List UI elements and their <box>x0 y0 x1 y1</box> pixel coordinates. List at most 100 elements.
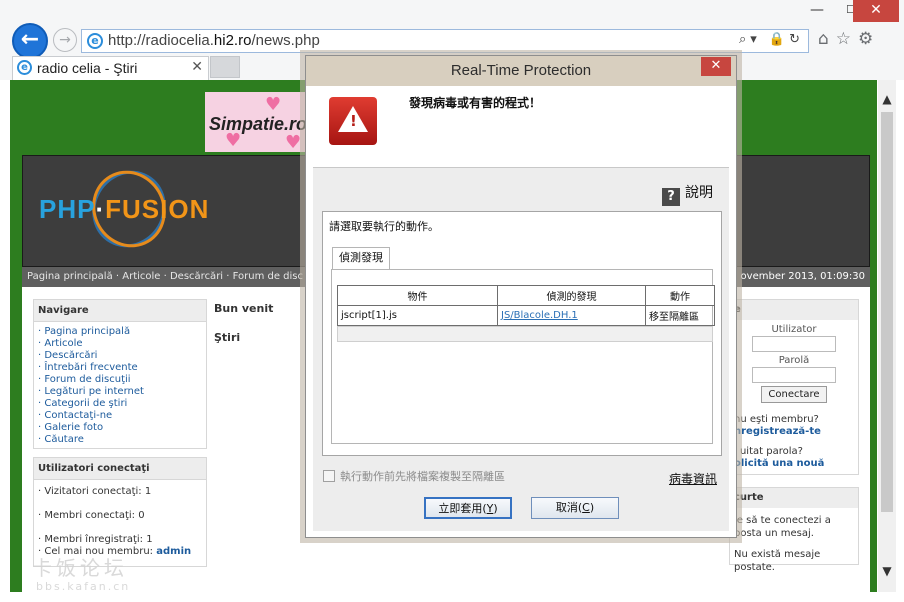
nav-link[interactable]: · Descărcări <box>34 350 206 362</box>
navigation-title: Navigare <box>34 300 206 322</box>
navigation-panel: Navigare · Pagina principală · Articole … <box>33 299 207 449</box>
shoutbox-empty: Nu există mesaje postate. <box>734 549 821 573</box>
dialog-title[interactable]: Real-Time Protection <box>306 56 736 86</box>
action-panel: 請選取要執行的動作。 偵測發現 物件 偵測的發現 動作 jscript[1].j… <box>322 211 722 456</box>
virus-info-link[interactable]: 病毒資訊 <box>669 470 717 487</box>
apply-label: 立即套用( <box>438 502 487 515</box>
dialog-close-button[interactable]: ✕ <box>701 57 731 76</box>
nav-link[interactable]: · Pagina principală <box>34 326 206 338</box>
copy-to-quarantine-option[interactable]: 執行動作前先將檔案複製至隔離區 <box>323 468 505 484</box>
username-label: Utilizator <box>771 324 817 335</box>
nav-link[interactable]: · Galerie foto <box>34 422 206 434</box>
url-suffix: /news.php <box>251 32 320 49</box>
browser-tab[interactable]: e radio celia - Ştiri ✕ <box>12 56 209 80</box>
tab-favicon-icon: e <box>17 60 32 75</box>
shoutbox-login-hint: ie să te conectezi a posta un mesaj. <box>734 515 831 539</box>
banner-ad[interactable]: ♥ ♥ ♥ Simpatie.ro <box>205 92 315 153</box>
tab-close-icon[interactable]: ✕ <box>191 59 203 75</box>
nav-link[interactable]: · Întrebări frecvente <box>34 362 206 374</box>
warning-icon: ! <box>329 97 377 145</box>
back-button[interactable]: ← <box>12 23 48 59</box>
warning-message: 發現病毒或有害的程式！ <box>409 96 542 110</box>
copy-to-quarantine-checkbox[interactable] <box>323 470 335 482</box>
table-row[interactable]: jscript[1].js JS/Blacole.DH.1 移至隔離區 <box>337 305 715 326</box>
heart-icon: ♥ <box>285 132 302 153</box>
url-text[interactable]: http://radiocelia.hi2.ro/news.php <box>108 32 320 49</box>
nav-link[interactable]: · Forum de discuţii <box>34 374 206 386</box>
address-bar[interactable]: e http://radiocelia.hi2.ro/news.php ⌕▾ 🔒… <box>81 29 809 53</box>
navbar-links[interactable]: Pagina principală · Articole · Descărcăr… <box>27 271 303 282</box>
navigation-list: · Pagina principală · Articole · Descărc… <box>34 322 206 446</box>
ie-page-icon: e <box>87 33 103 49</box>
page-scrollbar[interactable]: ▲ ▼ <box>878 80 896 592</box>
cell-action[interactable]: 移至隔離區 <box>645 305 715 326</box>
register-link[interactable]: nregistrează-te <box>730 426 858 437</box>
cell-detection: JS/Blacole.DH.1 <box>497 305 646 326</box>
new-tab-button[interactable] <box>210 56 240 78</box>
detections-table: 物件 偵測的發現 動作 jscript[1].js JS/Blacole.DH.… <box>337 285 715 326</box>
minimize-button[interactable]: — <box>800 0 834 22</box>
cancel-label: 取消( <box>555 501 583 514</box>
toolbar-icons[interactable]: ⌂☆⚙ <box>818 29 880 49</box>
apply-paren: ) <box>493 502 498 515</box>
php-fusion-logo: PHP·FUSION <box>39 194 209 225</box>
scroll-down-icon[interactable]: ▼ <box>880 564 894 578</box>
navbar-date: ovember 2013, 01:09:30 <box>740 271 865 282</box>
forward-button[interactable]: → <box>53 28 77 52</box>
nav-link[interactable]: · Contactaţi-ne <box>34 410 206 422</box>
shoutbox-title: curte <box>730 488 858 508</box>
newest-member-link[interactable]: admin <box>156 546 191 557</box>
online-guests: · Vizitatori conectaţi: 1 <box>38 486 152 497</box>
help-icon: ? <box>662 188 680 206</box>
realtime-protection-dialog: Real-Time Protection ✕ ! 發現病毒或有害的程式！ ? 說明… <box>305 55 737 538</box>
welcome-heading: Bun venit <box>214 302 274 315</box>
column-header-detection[interactable]: 偵測的發現 <box>497 285 646 306</box>
login-button-wrap: Conectare <box>730 386 858 403</box>
shoutbox-panel: curte ie să te conectezi a posta un mesa… <box>729 487 859 573</box>
dialog-body: ? 說明 請選取要執行的動作。 偵測發現 物件 偵測的發現 動作 jscript[… <box>313 168 729 531</box>
url-host: hi2.ro <box>213 32 252 49</box>
heart-icon: ♥ <box>265 94 282 115</box>
news-heading: Ştiri <box>214 331 241 344</box>
detection-link[interactable]: JS/Blacole.DH.1 <box>501 310 578 321</box>
nav-link[interactable]: · Categorii de ştiri <box>34 398 206 410</box>
nav-link[interactable]: · Articole <box>34 338 206 350</box>
online-users-title: Utilizatori conectaţi <box>34 458 206 480</box>
login-button[interactable]: Conectare <box>761 386 827 403</box>
tab-title: radio celia - Ştiri <box>37 60 138 76</box>
not-member-text: nu eşti membru? <box>734 414 819 425</box>
scroll-thumb[interactable] <box>881 112 893 512</box>
scroll-up-icon[interactable]: ▲ <box>880 92 894 106</box>
registered-members: · Membri înregistraţi: 1 <box>38 534 153 545</box>
request-password-link[interactable]: olicită una nouă <box>730 458 858 469</box>
cell-object: jscript[1].js <box>337 305 498 326</box>
online-users-panel: Utilizatori conectaţi · Vizitatori conec… <box>33 457 207 567</box>
cancel-paren: ) <box>589 501 595 514</box>
login-panel: e Utilizator Parolă Conectare nu eşti me… <box>729 299 859 475</box>
forum-watermark-url: bbs.kafan.cn <box>36 580 131 593</box>
tab-detections[interactable]: 偵測發現 <box>332 247 390 269</box>
logo-php: PHP <box>39 194 96 224</box>
url-prefix: http://radiocelia. <box>108 32 214 49</box>
table-header-row: 物件 偵測的發現 動作 <box>337 285 715 306</box>
help-label: 說明 <box>685 185 713 201</box>
cancel-accelerator: C <box>582 501 590 514</box>
apply-now-button[interactable]: 立即套用(Y) <box>424 497 512 519</box>
password-field[interactable] <box>752 367 836 383</box>
column-header-object[interactable]: 物件 <box>337 285 498 306</box>
nav-link[interactable]: · Legături pe internet <box>34 386 206 398</box>
password-label: Parolă <box>778 355 810 366</box>
username-field[interactable] <box>752 336 836 352</box>
cancel-button[interactable]: 取消(C) <box>531 497 619 519</box>
help-link[interactable]: ? 說明 <box>662 182 713 206</box>
logo-fusion: FUSION <box>105 194 210 224</box>
copy-to-quarantine-label: 執行動作前先將檔案複製至隔離區 <box>340 470 505 483</box>
nav-link[interactable]: · Căutare <box>34 434 206 446</box>
column-header-action[interactable]: 動作 <box>645 285 715 306</box>
online-members: · Membri conectaţi: 0 <box>38 510 145 521</box>
forum-watermark: 卡饭论坛 <box>32 556 128 580</box>
action-prompt: 請選取要執行的動作。 <box>329 220 439 233</box>
window-close-button[interactable]: ✕ <box>853 0 899 22</box>
detections-frame: 物件 偵測的發現 動作 jscript[1].js JS/Blacole.DH.… <box>331 269 715 444</box>
address-tools-icons[interactable]: ⌕▾ 🔒↻ <box>739 32 804 47</box>
